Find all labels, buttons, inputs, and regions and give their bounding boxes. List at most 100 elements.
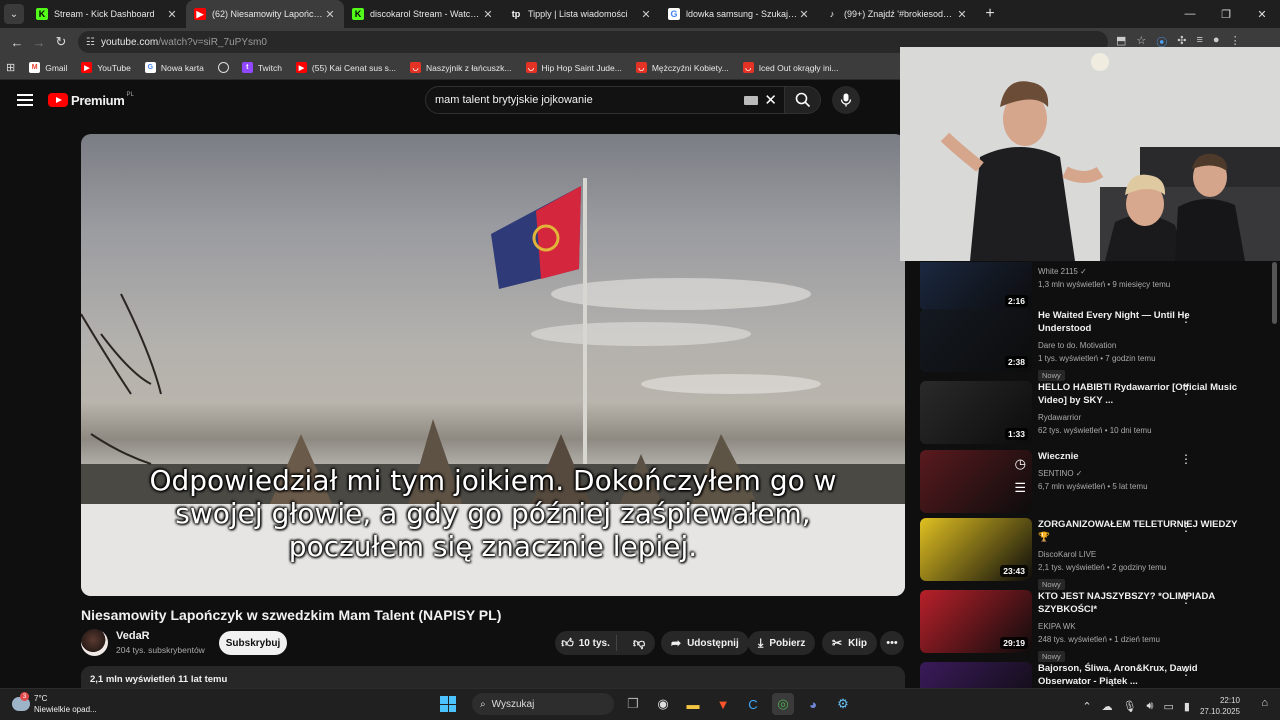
- reload-icon[interactable]: ↻: [50, 34, 72, 50]
- browser-tab[interactable]: Gldowka samsung - Szukaj w Go✕: [660, 0, 818, 28]
- hamburger-menu-icon[interactable]: [17, 94, 33, 106]
- recommendation-title[interactable]: KTO JEST NAJSZYBSZY? *OLIMPIADA SZYBKOŚC…: [1038, 590, 1238, 616]
- recommendation-item[interactable]: 23:43 ZORGANIZOWAŁEM TELETURNIEJ WIEDZY 🏆…: [920, 518, 1265, 590]
- recommendation-channel[interactable]: SENTINO: [1038, 469, 1074, 478]
- video-thumbnail[interactable]: [920, 662, 1032, 688]
- file-explorer-icon[interactable]: ▬: [682, 693, 704, 715]
- clock[interactable]: 22:10 27.10.2025: [1200, 695, 1240, 717]
- mic-tray-icon[interactable]: 🎙︎: [1123, 700, 1137, 713]
- github-desktop-icon[interactable]: ◉: [652, 693, 674, 715]
- more-actions-icon[interactable]: •••: [880, 631, 904, 655]
- bookmark-item[interactable]: G Nowa karta: [144, 62, 204, 73]
- close-tab-icon[interactable]: ✕: [956, 8, 968, 21]
- windows-start-icon[interactable]: [440, 696, 456, 712]
- browser-tab[interactable]: tp Tipply | Lista wiadomości ✕: [502, 0, 660, 28]
- bookmark-item[interactable]: ◡ Mężczyźni Kobiety...: [635, 62, 729, 73]
- taskbar-search-input[interactable]: ⌕ Wyszukaj: [472, 693, 614, 715]
- recommendation-title[interactable]: He Waited Every Night — Until He Underst…: [1038, 309, 1238, 335]
- recommendation-title[interactable]: HELLO HABIBTI Rydawarrior [Official Musi…: [1038, 381, 1238, 407]
- recommendation-channel[interactable]: Rydawarrior: [1038, 413, 1081, 422]
- bookmark-item[interactable]: [217, 62, 234, 73]
- video-thumbnail[interactable]: 2:38: [920, 309, 1032, 372]
- recommendation-title[interactable]: Wiecznie: [1038, 450, 1238, 463]
- bookmark-item[interactable]: t Twitch: [241, 62, 282, 73]
- ccleaner-icon[interactable]: C: [742, 693, 764, 715]
- close-tab-icon[interactable]: ✕: [324, 8, 336, 21]
- recommendation-item[interactable]: 29:19 KTO JEST NAJSZYBSZY? *OLIMPIADA SZY…: [920, 590, 1265, 662]
- recommendation-channel[interactable]: DiscoKarol LIVE: [1038, 550, 1096, 559]
- bookmark-item[interactable]: ◡ Iced Out okrągły ini...: [742, 62, 839, 73]
- recommendation-item[interactable]: 1:33 HELLO HABIBTI Rydawarrior [Official …: [920, 381, 1265, 445]
- minimize-icon[interactable]: —: [1172, 8, 1208, 20]
- dislike-button[interactable]: 👎︎: [623, 636, 655, 651]
- channel-name[interactable]: VedaR: [116, 630, 205, 642]
- close-window-icon[interactable]: ✕: [1244, 8, 1280, 21]
- close-tab-icon[interactable]: ✕: [798, 8, 810, 21]
- browser-tab[interactable]: Kdiscokarol Stream - Watch Live ✕: [344, 0, 502, 28]
- more-options-icon[interactable]: ⋮: [1180, 452, 1192, 466]
- tab-search-button[interactable]: ⌄: [4, 4, 24, 24]
- bookmark-item[interactable]: ▶ YouTube: [81, 62, 131, 73]
- apps-icon[interactable]: ⊞: [6, 61, 15, 74]
- video-player[interactable]: Odpowiedział mi tym joikiem. Dokończyłem…: [81, 134, 905, 596]
- discord-icon[interactable]: ◕: [802, 693, 824, 715]
- sidebar-scrollbar[interactable]: [1272, 262, 1277, 324]
- more-options-icon[interactable]: ⋮: [1180, 520, 1192, 534]
- recommendation-item[interactable]: 2:38 He Waited Every Night — Until He Und…: [920, 309, 1265, 381]
- video-thumbnail[interactable]: 2:16: [920, 262, 1032, 311]
- close-tab-icon[interactable]: ✕: [482, 8, 494, 21]
- recommendation-channel[interactable]: White 2115: [1038, 267, 1078, 276]
- bookmark-item[interactable]: ◡ Hip Hop Saint Jude...: [525, 62, 622, 73]
- download-button[interactable]: ⤓ Pobierz: [748, 631, 816, 655]
- weather-widget[interactable]: 3 7°C Niewielkie opad...: [12, 692, 97, 715]
- recommendation-title[interactable]: Bajorson, Śliwa, Aron&Krux, Dawid Obserw…: [1038, 662, 1238, 688]
- back-icon[interactable]: ←: [6, 35, 28, 50]
- like-button[interactable]: 👍︎ 10 tys.: [555, 635, 618, 651]
- video-thumbnail[interactable]: 23:43: [920, 518, 1032, 581]
- browser-tab[interactable]: ♪ (99+) Znajdź '#brokiesodcinek' ✕: [818, 0, 976, 28]
- recommendation-channel[interactable]: EKIPA WK: [1038, 622, 1076, 631]
- restore-icon[interactable]: ❐: [1208, 8, 1244, 21]
- volume-icon[interactable]: 🔊︎: [1147, 700, 1154, 713]
- youtube-logo[interactable]: Premium PL: [48, 92, 134, 108]
- bookmark-item[interactable]: ◡ Naszyjnik z łańcuszk...: [410, 62, 512, 73]
- video-thumbnail[interactable]: ◷ ☰: [920, 450, 1032, 513]
- browser-tab[interactable]: ▶ (62) Niesamowity Lapończyk w ✕: [186, 0, 344, 28]
- close-tab-icon[interactable]: ✕: [166, 8, 178, 21]
- bookmark-item[interactable]: ▶ (55) Kai Cenat sus s...: [295, 62, 396, 73]
- voice-search-button[interactable]: [832, 86, 860, 114]
- channel-avatar[interactable]: [81, 629, 108, 656]
- bookmark-item[interactable]: M Gmail: [29, 62, 67, 73]
- recommendation-channel[interactable]: Dare to do. Motivation: [1038, 341, 1116, 350]
- search-input[interactable]: mam talent brytyjskie jojkowanie ✕: [425, 86, 785, 114]
- task-view-icon[interactable]: ❐: [622, 693, 644, 715]
- recommendation-item[interactable]: ◷ ☰ Wiecznie SENTINO ✓ 6,7 mln wyświetleń • …: [920, 450, 1265, 514]
- more-options-icon[interactable]: ⋮: [1180, 311, 1192, 325]
- more-options-icon[interactable]: ⋮: [1180, 383, 1192, 397]
- forward-icon[interactable]: →: [28, 35, 50, 50]
- more-options-icon[interactable]: ⋮: [1180, 664, 1192, 678]
- close-tab-icon[interactable]: ✕: [640, 8, 652, 21]
- network-icon[interactable]: ▭: [1163, 700, 1173, 713]
- recommendation-title[interactable]: ZORGANIZOWAŁEM TELETURNIEJ WIEDZY 🏆: [1038, 518, 1238, 544]
- site-info-icon[interactable]: ☷: [86, 37, 95, 48]
- browser-tab[interactable]: K Stream - Kick Dashboard ✕: [28, 0, 186, 28]
- brave-icon[interactable]: ▼: [712, 693, 734, 715]
- clip-button[interactable]: ✂ Klip: [822, 631, 877, 655]
- share-button[interactable]: ➦ Udostępnij: [661, 631, 749, 655]
- steam-icon[interactable]: ⚙: [832, 693, 854, 715]
- more-options-icon[interactable]: ⋮: [1180, 592, 1192, 606]
- subscribe-button[interactable]: Subskrybuj: [219, 631, 287, 655]
- add-to-queue-icon[interactable]: ☰: [1014, 480, 1026, 496]
- onedrive-icon[interactable]: ☁: [1102, 700, 1113, 713]
- battery-icon[interactable]: ▮: [1184, 700, 1190, 713]
- recommendation-item[interactable]: Bajorson, Śliwa, Aron&Krux, Dawid Obserw…: [920, 662, 1265, 688]
- tray-overflow-icon[interactable]: ⌃: [1082, 700, 1091, 713]
- video-thumbnail[interactable]: 29:19: [920, 590, 1032, 653]
- chrome-icon[interactable]: ◎: [772, 693, 794, 715]
- keyboard-icon[interactable]: [744, 96, 758, 105]
- recommendation-item[interactable]: 2:16(Official Video)White 2115 ✓1,3 mln …: [920, 262, 1265, 312]
- watch-later-icon[interactable]: ◷: [1015, 456, 1026, 472]
- search-button[interactable]: [785, 86, 821, 114]
- clear-search-icon[interactable]: ✕: [764, 91, 777, 109]
